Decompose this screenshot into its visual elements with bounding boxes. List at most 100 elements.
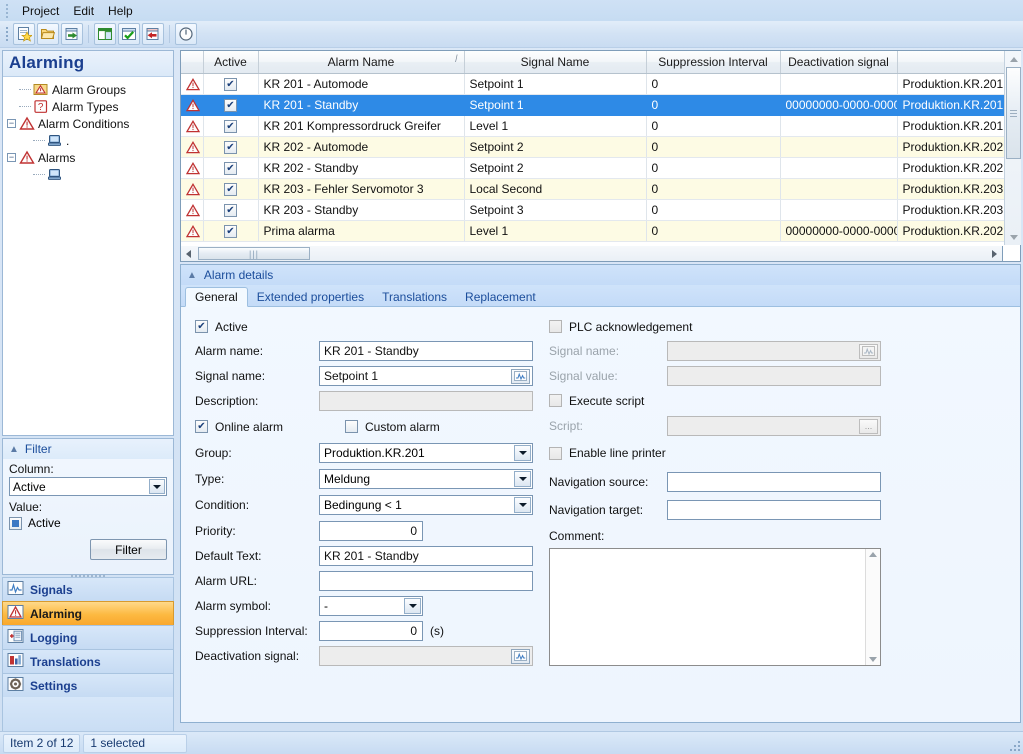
open-project-icon[interactable] bbox=[37, 23, 59, 45]
row-active-checkbox[interactable] bbox=[224, 78, 237, 91]
layout-icon[interactable] bbox=[94, 23, 116, 45]
chevron-down-icon[interactable] bbox=[404, 598, 421, 614]
sidebar-item-settings[interactable]: Settings bbox=[2, 673, 174, 697]
row-active-cell[interactable] bbox=[203, 199, 258, 220]
table-row[interactable]: KR 203 - Fehler Servomotor 3 Local Secon… bbox=[181, 178, 1021, 199]
filter-button[interactable]: Filter bbox=[90, 539, 167, 560]
alarm-details-header[interactable]: ▲ Alarm details bbox=[181, 265, 1020, 285]
script-input[interactable]: ... bbox=[667, 416, 881, 436]
chevron-down-icon[interactable] bbox=[149, 479, 165, 494]
navigation-source-input[interactable] bbox=[667, 472, 881, 492]
toolbar-drag-grip[interactable] bbox=[3, 26, 10, 42]
scroll-right-icon[interactable] bbox=[987, 247, 1002, 261]
deactivation-signal-input[interactable] bbox=[319, 646, 533, 666]
export-icon[interactable] bbox=[142, 23, 164, 45]
tree-item-alarm-types[interactable]: ? Alarm Types bbox=[7, 98, 173, 115]
scroll-up-icon[interactable] bbox=[869, 552, 877, 557]
scroll-down-icon[interactable] bbox=[869, 657, 877, 662]
filter-column-select[interactable]: Active bbox=[9, 477, 167, 496]
type-select[interactable]: Meldung bbox=[319, 469, 533, 489]
row-active-cell[interactable] bbox=[203, 73, 258, 94]
table-row[interactable]: KR 203 - Standby Setpoint 3 0 Produktion… bbox=[181, 199, 1021, 220]
scroll-up-icon[interactable] bbox=[1005, 51, 1022, 67]
table-row[interactable]: Prima alarma Level 1 0 00000000-0000-000… bbox=[181, 220, 1021, 241]
menu-project[interactable]: Project bbox=[15, 2, 66, 20]
plc-acknowledgement-checkbox[interactable] bbox=[549, 320, 562, 333]
chevron-down-icon[interactable] bbox=[514, 497, 531, 513]
description-input[interactable] bbox=[319, 391, 533, 411]
priority-input[interactable]: 0 bbox=[319, 521, 423, 541]
signal-name-input[interactable]: Setpoint 1 bbox=[319, 366, 533, 386]
column-header-signal-name[interactable]: Signal Name bbox=[464, 51, 646, 73]
plc-signal-name-input[interactable] bbox=[667, 341, 881, 361]
tree-item-alarm-condition-device[interactable]: . bbox=[21, 132, 173, 149]
menu-drag-grip[interactable] bbox=[3, 4, 11, 18]
import-icon[interactable] bbox=[61, 23, 83, 45]
horizontal-scroll-thumb[interactable]: ||| bbox=[198, 247, 310, 260]
execute-script-row[interactable]: Execute script bbox=[549, 388, 1009, 413]
column-header-active[interactable]: Active bbox=[203, 51, 258, 73]
chevron-down-icon[interactable] bbox=[514, 471, 531, 487]
alarm-name-input[interactable]: KR 201 - Standby bbox=[319, 341, 533, 361]
alarm-grid[interactable]: Active Alarm Name / Signal Name Suppress… bbox=[180, 50, 1021, 262]
window-resize-grip[interactable] bbox=[1008, 739, 1020, 751]
tab-extended-properties[interactable]: Extended properties bbox=[248, 287, 373, 306]
row-active-checkbox[interactable] bbox=[224, 204, 237, 217]
tab-general[interactable]: General bbox=[185, 287, 248, 307]
tree-item-alarm-device-selected[interactable] bbox=[21, 166, 173, 183]
group-select[interactable]: Produktion.KR.201 bbox=[319, 443, 533, 463]
enable-line-printer-row[interactable]: Enable line printer bbox=[549, 438, 1009, 468]
sidebar-item-signals[interactable]: Signals bbox=[2, 577, 174, 601]
alarm-symbol-select[interactable]: - bbox=[319, 596, 423, 616]
signal-picker-icon[interactable] bbox=[511, 649, 530, 664]
row-active-cell[interactable] bbox=[203, 136, 258, 157]
scroll-down-icon[interactable] bbox=[1005, 229, 1022, 245]
chevron-down-icon[interactable] bbox=[514, 445, 531, 461]
enable-line-printer-checkbox[interactable] bbox=[549, 447, 562, 460]
default-text-input[interactable]: KR 201 - Standby bbox=[319, 546, 533, 566]
table-row[interactable]: KR 202 - Automode Setpoint 2 0 Produktio… bbox=[181, 136, 1021, 157]
row-active-checkbox[interactable] bbox=[224, 141, 237, 154]
custom-alarm-checkbox[interactable] bbox=[345, 420, 358, 433]
row-active-checkbox[interactable] bbox=[224, 162, 237, 175]
table-row[interactable]: KR 201 Kompressordruck Greifer Level 1 0… bbox=[181, 115, 1021, 136]
menu-edit[interactable]: Edit bbox=[66, 2, 101, 20]
column-header-deactivation-signal[interactable]: Deactivation signal bbox=[780, 51, 897, 73]
grid-vertical-scrollbar[interactable] bbox=[1004, 51, 1021, 245]
signal-picker-icon[interactable] bbox=[859, 344, 878, 359]
comment-textarea[interactable] bbox=[549, 548, 881, 666]
column-header-group[interactable] bbox=[897, 51, 1021, 73]
info-icon[interactable] bbox=[175, 23, 197, 45]
row-active-cell[interactable] bbox=[203, 94, 258, 115]
tree-item-alarm-conditions[interactable]: − Alarm Conditions bbox=[7, 115, 173, 132]
new-project-icon[interactable] bbox=[13, 23, 35, 45]
column-header-alarm-name[interactable]: Alarm Name / bbox=[258, 51, 464, 73]
tree-item-alarm-groups[interactable]: Alarm Groups bbox=[7, 81, 173, 98]
column-header-suppression-interval[interactable]: Suppression Interval bbox=[646, 51, 780, 73]
grid-horizontal-scrollbar[interactable]: ||| bbox=[180, 246, 1003, 262]
row-active-cell[interactable] bbox=[203, 220, 258, 241]
sidebar-item-logging[interactable]: Logging bbox=[2, 625, 174, 649]
row-active-checkbox[interactable] bbox=[224, 99, 237, 112]
browse-ellipsis-icon[interactable]: ... bbox=[859, 419, 878, 434]
plc-signal-value-input[interactable] bbox=[667, 366, 881, 386]
tab-translations[interactable]: Translations bbox=[373, 287, 456, 306]
execute-script-checkbox[interactable] bbox=[549, 394, 562, 407]
tree-expander-collapse-icon[interactable]: − bbox=[7, 153, 16, 162]
sidebar-item-translations[interactable]: Translations bbox=[2, 649, 174, 673]
filter-value-checkbox[interactable] bbox=[9, 517, 22, 530]
table-row[interactable]: KR 201 - Automode Setpoint 1 0 Produktio… bbox=[181, 73, 1021, 94]
alarm-url-input[interactable] bbox=[319, 571, 533, 591]
validate-icon[interactable] bbox=[118, 23, 140, 45]
sidebar-item-alarming[interactable]: Alarming bbox=[2, 601, 174, 625]
chevron-up-icon[interactable]: ▲ bbox=[9, 444, 19, 455]
menu-help[interactable]: Help bbox=[101, 2, 140, 20]
plc-acknowledgement-row[interactable]: PLC acknowledgement bbox=[549, 315, 1009, 338]
vertical-scroll-thumb[interactable] bbox=[1006, 67, 1021, 159]
navigation-target-input[interactable] bbox=[667, 500, 881, 520]
column-header-icon[interactable] bbox=[181, 51, 203, 73]
row-active-cell[interactable] bbox=[203, 115, 258, 136]
filter-panel-header[interactable]: ▲ Filter bbox=[3, 439, 173, 459]
suppression-interval-input[interactable]: 0 bbox=[319, 621, 423, 641]
table-row-selected[interactable]: KR 201 - Standby Setpoint 1 0 00000000-0… bbox=[181, 94, 1021, 115]
